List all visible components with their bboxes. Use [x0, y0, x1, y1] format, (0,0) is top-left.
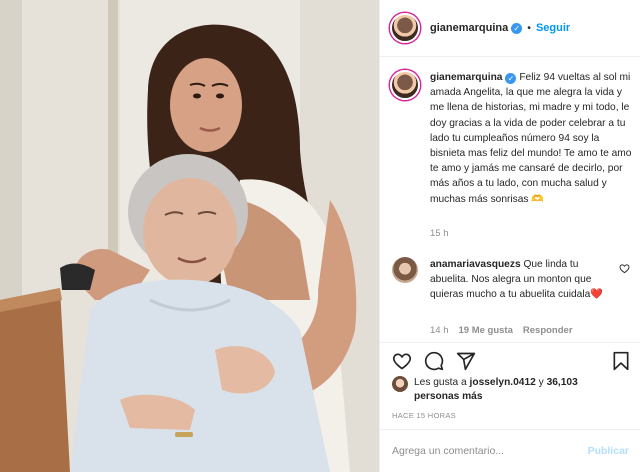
caption-author-avatar[interactable] [390, 70, 420, 100]
share-send-icon[interactable] [456, 351, 476, 371]
photo-image [0, 0, 379, 472]
comment-item: anamariavasquezs Que linda tu abuelita. … [390, 257, 634, 303]
follow-button[interactable]: Seguir [536, 22, 570, 34]
comment-reply-button[interactable]: Responder [523, 325, 573, 336]
likes-prefix: Les gusta a [414, 377, 467, 388]
add-comment-bar: Publicar [380, 429, 640, 472]
commenter-username[interactable]: anamariavasquezs [430, 259, 521, 270]
likes-summary: Les gusta a josselyn.0412 y 36,103 perso… [392, 376, 584, 404]
comment-likes[interactable]: 19 Me gusta [459, 325, 513, 336]
action-bar [380, 342, 640, 378]
comment-text-block: anamariavasquezs Que linda tu abuelita. … [430, 257, 615, 303]
comment-heart-emoji: ❤️ [590, 289, 603, 301]
comment-timestamp[interactable]: 14 h [430, 325, 449, 336]
likes-text: Les gusta a josselyn.0412 y 36,103 perso… [414, 376, 584, 404]
caption-username[interactable]: gianemarquina [430, 72, 502, 83]
author-username[interactable]: gianemarquina [430, 22, 508, 34]
likes-conjunction: y [538, 377, 544, 388]
author-avatar[interactable] [390, 13, 420, 43]
post-photo[interactable] [0, 0, 379, 472]
like-heart-icon[interactable] [392, 351, 412, 371]
comment-like-heart-icon[interactable] [619, 263, 630, 274]
comment-input[interactable] [392, 445, 588, 457]
post-caption: gianemarquina ✓ Feliz 94 vueltas al sol m… [390, 70, 634, 207]
comment-bubble-icon[interactable] [424, 351, 444, 371]
verified-badge-icon: ✓ [511, 22, 523, 34]
caption-body: Feliz 94 vueltas al sol mi amada Angelit… [430, 72, 632, 205]
commenter-avatar[interactable] [392, 257, 418, 283]
liker-username[interactable]: josselyn.0412 [470, 377, 536, 388]
caption-timestamp[interactable]: 15 h [430, 228, 449, 239]
caption-verified-badge-icon: ✓ [505, 73, 517, 84]
publish-comment-button[interactable]: Publicar [588, 445, 629, 457]
post-side-panel: gianemarquina ✓ • Seguir gianemarquina ✓ … [379, 0, 640, 472]
caption-text-block: gianemarquina ✓ Feliz 94 vueltas al sol m… [430, 70, 634, 207]
instagram-post-window: gianemarquina ✓ • Seguir gianemarquina ✓ … [0, 0, 640, 472]
post-header: gianemarquina ✓ • Seguir [380, 0, 640, 57]
post-age[interactable]: HACE 15 HORAS [392, 411, 456, 420]
save-bookmark-icon[interactable] [612, 351, 630, 371]
liker-avatar[interactable] [392, 376, 408, 392]
comment-meta: 14 h 19 Me gusta Responder [430, 325, 573, 336]
separator-dot: • [527, 22, 531, 34]
